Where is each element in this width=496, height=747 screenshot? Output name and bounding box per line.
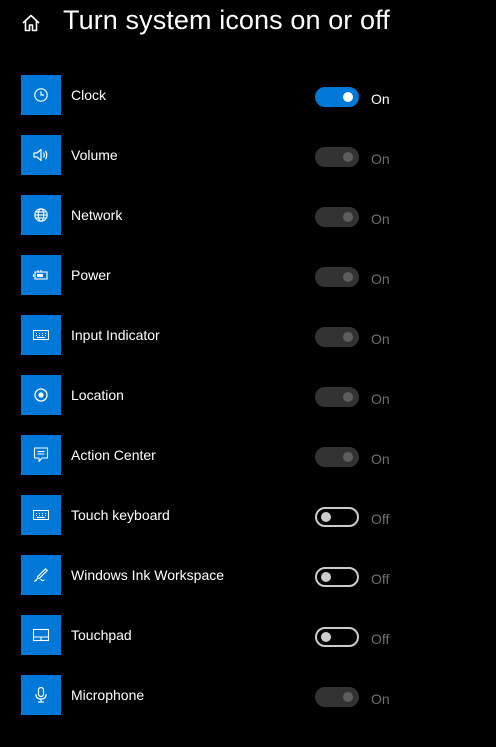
toggle-knob [321, 572, 331, 582]
toggle-state-label: On [371, 451, 390, 467]
toggle-state-label: Off [371, 631, 390, 647]
setting-row-touchpad: Touchpad Off [0, 615, 496, 655]
setting-row-location: Location On [0, 375, 496, 415]
toggle-state-label: On [371, 211, 390, 227]
toggle-state-label: On [371, 391, 390, 407]
keyboard-icon [21, 315, 61, 355]
toggle-knob [343, 392, 353, 402]
toggle-switch[interactable] [315, 147, 359, 167]
clock-icon [21, 75, 61, 115]
page-header: Turn system icons on or off [0, 0, 496, 48]
setting-row-volume: Volume On [0, 135, 496, 175]
toggle-knob [343, 452, 353, 462]
setting-label: Windows Ink Workspace [71, 567, 225, 583]
toggle-switch[interactable] [315, 207, 359, 227]
toggle-state-label: Off [371, 511, 390, 527]
toggle-state-label: On [371, 151, 390, 167]
toggle-state-label: Off [371, 571, 390, 587]
toggle-switch[interactable] [315, 507, 359, 527]
toggle-state-label: On [371, 331, 390, 347]
setting-row-power: Power On [0, 255, 496, 295]
toggle-switch[interactable] [315, 387, 359, 407]
setting-label: Microphone [71, 687, 145, 703]
pen-icon [21, 555, 61, 595]
toggle-state-label: On [371, 691, 390, 707]
toggle-switch[interactable] [315, 267, 359, 287]
system-icons-list: Clock On Volume On Network On Power On I… [0, 75, 496, 735]
setting-label: Network [71, 207, 123, 223]
toggle-state-label: On [371, 271, 390, 287]
setting-label: Touch keyboard [71, 507, 170, 523]
toggle-switch[interactable] [315, 327, 359, 347]
page-title: Turn system icons on or off [63, 5, 390, 35]
setting-label: Action Center [71, 447, 156, 463]
globe-icon [21, 195, 61, 235]
toggle-knob [343, 152, 353, 162]
toggle-switch[interactable] [315, 627, 359, 647]
toggle-knob [343, 272, 353, 282]
toggle-switch[interactable] [315, 87, 359, 107]
volume-icon [21, 135, 61, 175]
setting-row-clock: Clock On [0, 75, 496, 115]
toggle-knob [343, 692, 353, 702]
toggle-switch[interactable] [315, 447, 359, 467]
battery-icon [21, 255, 61, 295]
home-icon[interactable] [20, 12, 42, 34]
setting-label: Power [71, 267, 111, 283]
touchpad-icon [21, 615, 61, 655]
toggle-knob [343, 212, 353, 222]
setting-row-windows-ink-workspace: Windows Ink Workspace Off [0, 555, 496, 595]
toggle-knob [343, 332, 353, 342]
toggle-switch[interactable] [315, 567, 359, 587]
toggle-knob [321, 512, 331, 522]
setting-label: Input Indicator [71, 327, 160, 343]
setting-row-action-center: Action Center On [0, 435, 496, 475]
setting-label: Clock [71, 87, 107, 103]
toggle-knob [343, 92, 353, 102]
setting-row-input-indicator: Input Indicator On [0, 315, 496, 355]
keyboard-icon [21, 495, 61, 535]
toggle-switch[interactable] [315, 687, 359, 707]
location-icon [21, 375, 61, 415]
setting-label: Touchpad [71, 627, 132, 643]
setting-row-touch-keyboard: Touch keyboard Off [0, 495, 496, 535]
setting-label: Location [71, 387, 124, 403]
setting-row-microphone: Microphone On [0, 675, 496, 715]
action-center-icon [21, 435, 61, 475]
setting-label: Volume [71, 147, 118, 163]
toggle-knob [321, 632, 331, 642]
microphone-icon [21, 675, 61, 715]
toggle-state-label: On [371, 91, 390, 107]
setting-row-network: Network On [0, 195, 496, 235]
